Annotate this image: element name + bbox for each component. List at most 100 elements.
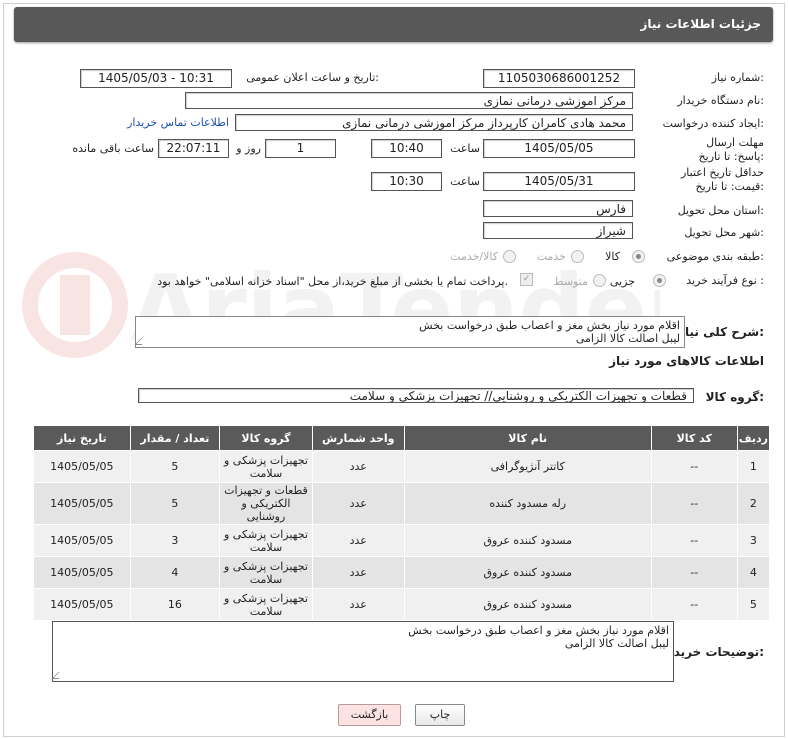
reply-time-label: ساعت <box>450 142 480 155</box>
need-number-label: شماره نیاز: <box>711 71 764 84</box>
buyer-notes-line-1: اقلام مورد نیاز بخش مغز و اعصاب طبق درخو… <box>408 624 669 637</box>
reply-date-field: 1405/05/05 <box>483 139 635 158</box>
cell-qty: 3 <box>129 524 221 557</box>
treasury-payment-checkbox[interactable]: ✓ <box>520 273 533 286</box>
goods-table-header: ردیف کد کالا نام کالا واحد شمارش گروه کا… <box>33 425 771 451</box>
category-radio-service[interactable] <box>571 250 584 263</box>
cell-unit: عدد <box>311 482 405 525</box>
remaining-time-field: 22:07:11 <box>158 139 229 158</box>
reply-deadline-label: مهلت ارسال پاسخ: تا تاریخ: <box>698 136 764 163</box>
col-name: نام کالا <box>403 425 652 451</box>
cell-group: تجهیزات پزشکی و سلامت <box>219 450 313 483</box>
cell-unit: عدد <box>311 450 405 483</box>
cell-date: 1405/05/05 <box>33 588 131 621</box>
cell-name: مسدود کننده عروق <box>403 524 652 557</box>
cell-name: رله مسدود کننده <box>403 482 652 525</box>
category-option-goods-service: کالا/خدمت <box>450 250 498 263</box>
cell-unit: عدد <box>311 524 405 557</box>
cell-qty: 4 <box>129 556 221 589</box>
description-line-1: اقلام مورد نیاز بخش مغز و اعصاب طبق درخو… <box>419 319 680 332</box>
cell-qty: 5 <box>129 482 221 525</box>
goods-group-field: قطعات و تجهیزات الکتریکی و روشنایی// تجه… <box>138 388 694 403</box>
day-and-label: روز و <box>236 142 261 155</box>
cell-unit: عدد <box>311 588 405 621</box>
cell-row: 4 <box>736 556 771 589</box>
buyer-notes-label: توضیحات خریدار: <box>662 645 764 659</box>
buyer-org-label: نام دستگاه خریدار: <box>677 94 764 107</box>
goods-group-label: گروه کالا: <box>705 390 764 404</box>
col-code: کد کالا <box>650 425 738 451</box>
cell-name: مسدود کننده عروق <box>403 556 652 589</box>
cell-unit: عدد <box>311 556 405 589</box>
cell-code: -- <box>650 588 738 621</box>
category-radio-goods[interactable] <box>632 250 645 263</box>
table-row: 4 -- مسدود کننده عروق عدد تجهیزات پزشکی و سل… <box>33 556 771 589</box>
cell-row: 5 <box>736 588 771 621</box>
requester-field: محمد هادی کامران کارپرداز مرکز اموزشی در… <box>235 114 633 131</box>
table-row: 5 -- مسدود کننده عروق عدد تجهیزات پزشکی و سل… <box>33 588 771 621</box>
buyer-org-field: مرکز اموزشی درمانی نمازی <box>185 92 633 109</box>
page-header: جزئیات اطلاعات نیاز <box>14 7 773 42</box>
contact-buyer-link[interactable]: اطلاعات تماس خریدار <box>127 116 229 129</box>
cell-qty: 5 <box>129 450 221 483</box>
category-option-service: خدمت <box>536 250 566 263</box>
cell-date: 1405/05/05 <box>33 556 131 589</box>
city-field: شیراز <box>483 222 633 239</box>
process-radio-minor[interactable] <box>653 274 666 287</box>
buyer-notes-line-2: لیبل اصالت کالا الزامی <box>564 637 669 650</box>
city-label: شهر محل تحویل: <box>684 226 764 239</box>
process-option-minor: جزیی <box>609 275 635 288</box>
buyer-notes-textarea[interactable]: اقلام مورد نیاز بخش مغز و اعصاب طبق درخو… <box>51 621 674 682</box>
cell-group: تجهیزات پزشکی و سلامت <box>219 524 313 557</box>
price-validity-label: حداقل تاریخ اعتبار قیمت: تا تاریخ: <box>680 166 764 193</box>
goods-table: ردیف کد کالا نام کالا واحد شمارش گروه کا… <box>33 425 771 621</box>
cell-group: تجهیزات پزشکی و سلامت <box>219 556 313 589</box>
price-time-label: ساعت <box>450 175 480 188</box>
cell-group: قطعات و تجهیزات الکتریکی و روشنایی <box>219 482 313 525</box>
hours-remaining-label: ساعت باقی مانده <box>72 142 154 155</box>
cell-qty: 16 <box>129 588 221 621</box>
announce-datetime-label: تاریخ و ساعت اعلان عمومی: <box>246 71 379 84</box>
col-row: ردیف <box>736 425 771 451</box>
cell-row: 3 <box>736 524 771 557</box>
print-button[interactable]: چاپ <box>415 704 465 726</box>
process-type-label: نوع فرآیند خرید : <box>686 274 764 287</box>
cell-code: -- <box>650 450 738 483</box>
col-unit: واحد شمارش <box>311 425 405 451</box>
goods-info-heading: اطلاعات کالاهای مورد نیاز <box>609 354 764 368</box>
category-label: طبقه بندی موضوعی: <box>666 250 764 263</box>
cell-code: -- <box>650 524 738 557</box>
table-row: 2 -- رله مسدود کننده عدد قطعات و تجهیزات الک… <box>33 482 771 525</box>
process-option-medium: متوسط <box>553 275 588 288</box>
cell-group: تجهیزات پزشکی و سلامت <box>219 588 313 621</box>
requester-label: ایجاد کننده درخواست: <box>662 117 764 130</box>
cell-name: مسدود کننده عروق <box>403 588 652 621</box>
resize-handle-icon[interactable] <box>51 672 66 679</box>
category-option-goods: کالا <box>605 250 620 263</box>
description-textarea[interactable]: اقلام مورد نیاز بخش مغز و اعصاب طبق درخو… <box>134 316 685 348</box>
price-time-field: 10:30 <box>371 172 442 191</box>
cell-code: -- <box>650 556 738 589</box>
cell-date: 1405/05/05 <box>33 524 131 557</box>
col-qty: تعداد / مقدار <box>129 425 221 451</box>
cell-date: 1405/05/05 <box>33 482 131 525</box>
col-date: تاریخ نیاز <box>33 425 131 451</box>
province-label: استان محل تحویل: <box>677 204 764 217</box>
description-label: شرح کلی نیاز: <box>678 325 764 339</box>
page-title: جزئیات اطلاعات نیاز <box>640 17 761 31</box>
cell-date: 1405/05/05 <box>33 450 131 483</box>
cell-name: کاتتر آنژیوگرافی <box>403 450 652 483</box>
cell-code: -- <box>650 482 738 525</box>
col-group: گروه کالا <box>219 425 313 451</box>
category-radio-goods-service[interactable] <box>503 250 516 263</box>
table-row: 3 -- مسدود کننده عروق عدد تجهیزات پزشکی و سل… <box>33 524 771 557</box>
back-button[interactable]: بازگشت <box>338 704 401 726</box>
reply-time-field: 10:40 <box>371 139 442 158</box>
table-row: 1 -- کاتتر آنژیوگرافی عدد تجهیزات پزشکی و سل… <box>33 450 771 483</box>
cell-row: 2 <box>736 482 771 525</box>
province-field: فارس <box>483 200 633 217</box>
description-line-2: لیبل اصالت کالا الزامی <box>575 332 680 345</box>
treasury-payment-note: پرداخت تمام یا بخشی از مبلغ خرید،از محل … <box>157 275 508 288</box>
process-radio-medium[interactable] <box>593 274 606 287</box>
cell-row: 1 <box>736 450 771 483</box>
